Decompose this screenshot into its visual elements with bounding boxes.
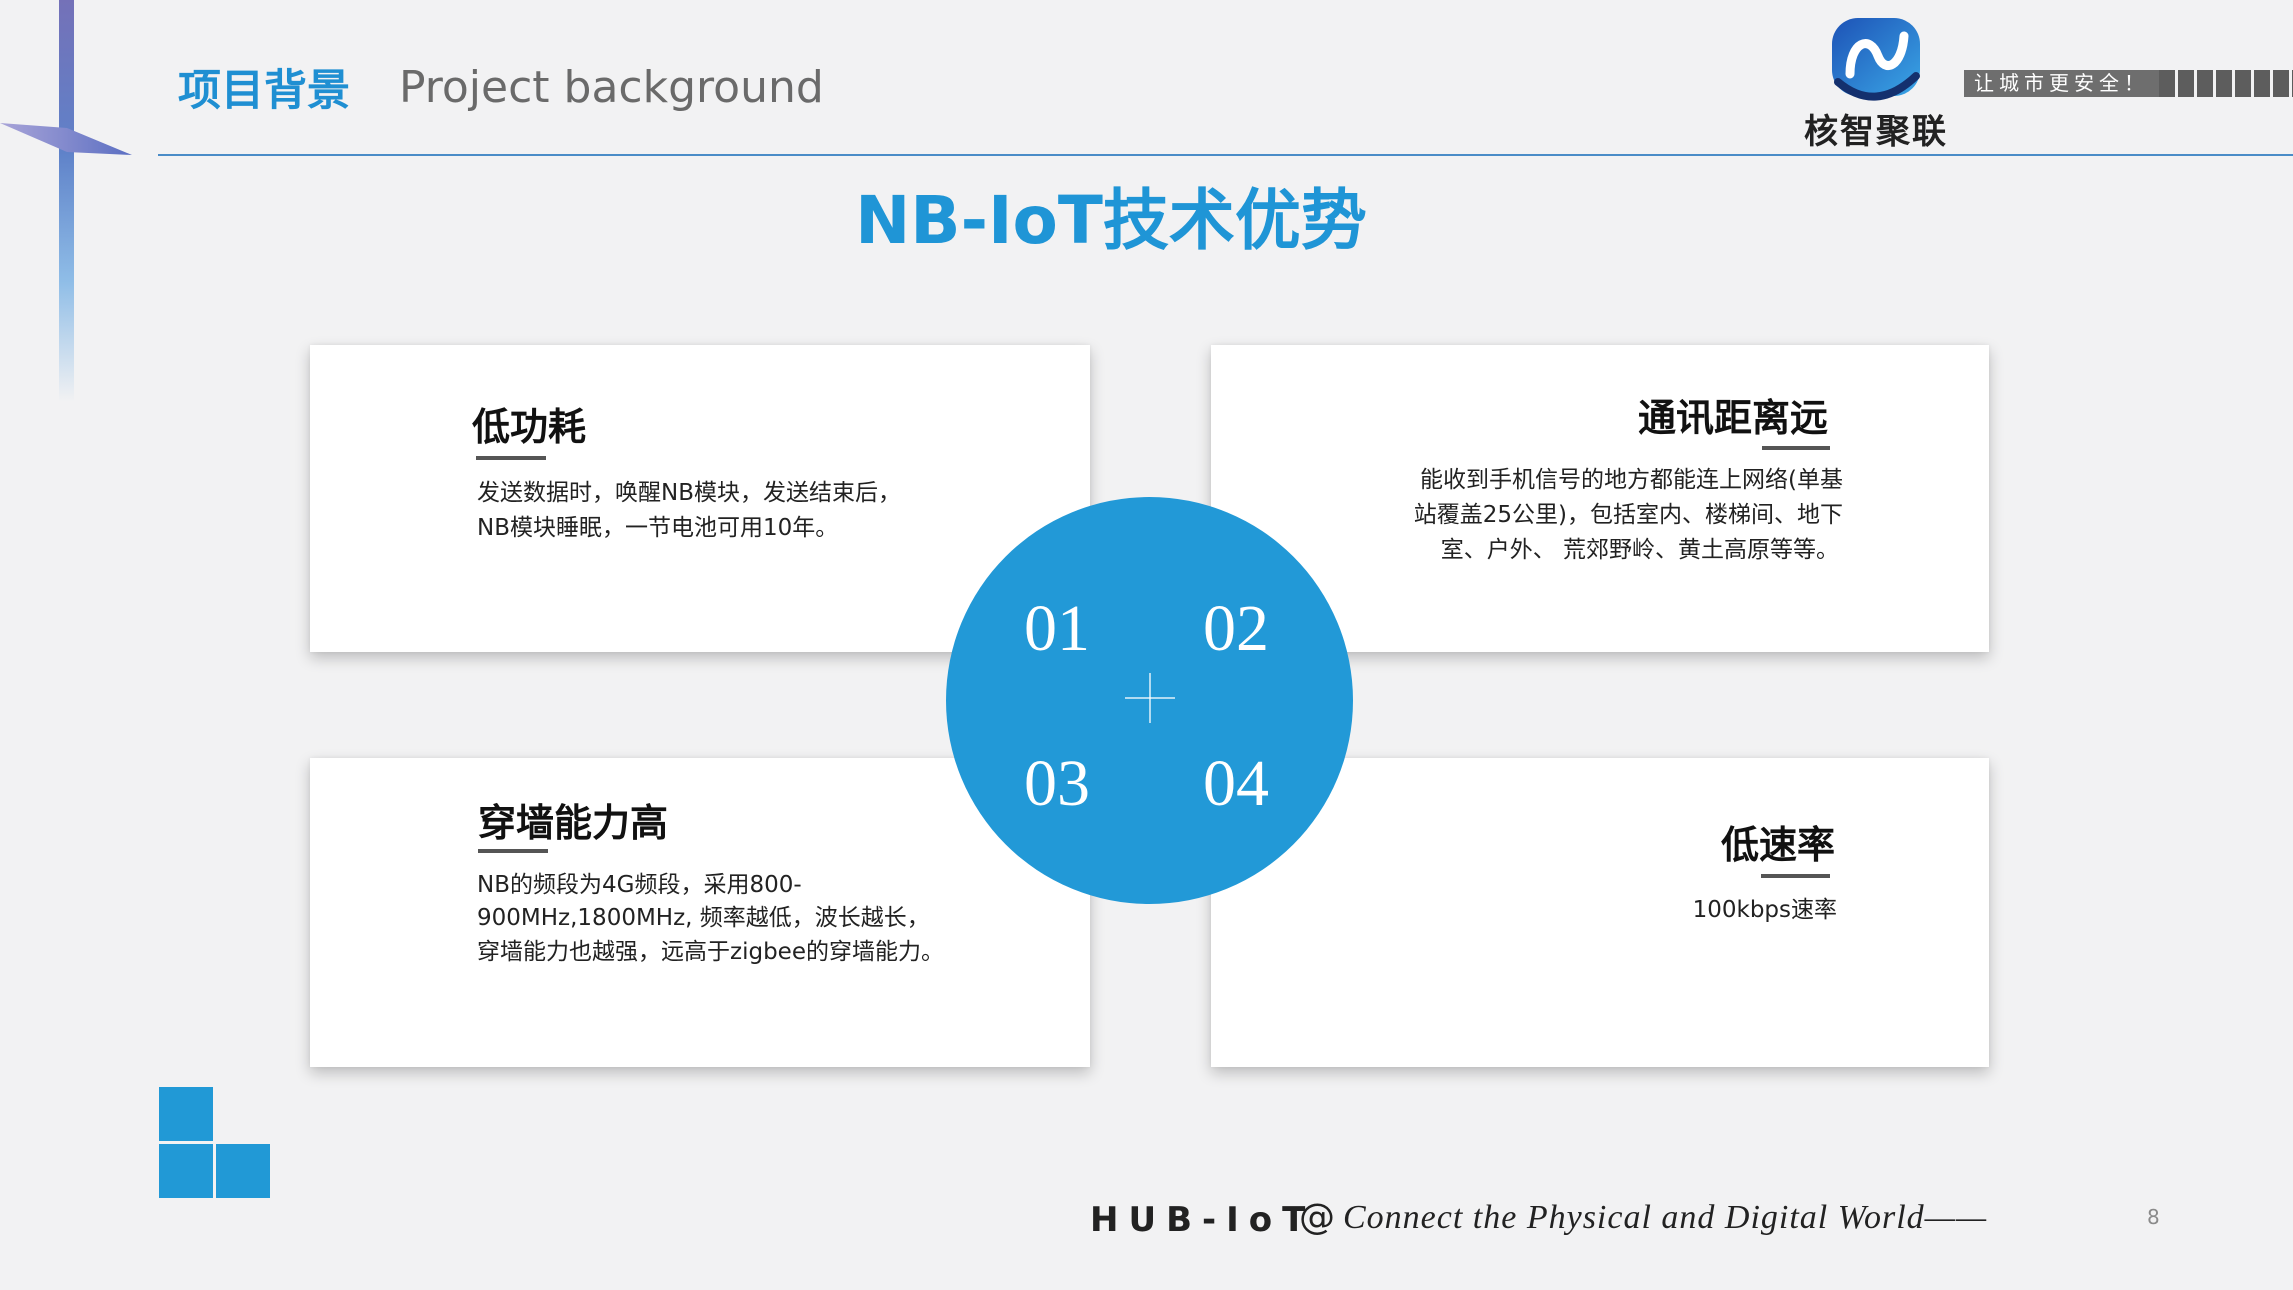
- footer-at-symbol: @: [1299, 1197, 1335, 1238]
- page-number: 8: [2147, 1205, 2160, 1229]
- card-heading: 穿墙能力高: [478, 801, 669, 845]
- brand-name: 核智聚联: [1804, 112, 1948, 152]
- card-text-line: 室、户外、 荒郊野岭、黄土高原等等。: [1440, 537, 1839, 563]
- decorative-square: [216, 1144, 270, 1198]
- footer-tagline: Connect the Physical and Digital World——: [1343, 1199, 1988, 1236]
- number-04: 04: [1203, 747, 1269, 820]
- slide-title: NB-IoT技术优势: [855, 182, 1367, 259]
- card-heading-underline: [476, 456, 546, 460]
- card-text-line: 100kbps速率: [1692, 897, 1837, 923]
- brand-logo-icon: [1832, 18, 1920, 101]
- card-text-line: 900MHz,1800MHz, 频率越低，波长越长，: [477, 905, 930, 931]
- slogan-stripes: [2159, 70, 2293, 97]
- decorative-vertical-bar: [59, 0, 74, 402]
- decorative-flare: [0, 123, 132, 155]
- card-text-line: 站覆盖25公里)，包括室内、楼梯间、地下: [1413, 502, 1843, 528]
- number-02: 02: [1203, 592, 1269, 665]
- decorative-square: [159, 1087, 213, 1141]
- decorative-square: [159, 1144, 213, 1198]
- section-title-cn: 项目背景: [178, 66, 350, 116]
- card-heading: 通讯距离远: [1637, 396, 1828, 440]
- footer-brand: HUB-IoT: [1090, 1200, 1316, 1240]
- card-text-line: 穿墙能力也越强，远高于zigbee的穿墙能力。: [477, 939, 944, 965]
- card-heading-underline: [1762, 446, 1830, 450]
- card-heading: 低速率: [1720, 823, 1835, 867]
- header-divider: [158, 154, 2293, 156]
- slogan-bar: 让城市更安全！: [1964, 70, 2293, 97]
- center-number-circle: 01 02 03 04: [946, 497, 1353, 904]
- card-text-line: NB的频段为4G频段，采用800-: [477, 872, 802, 898]
- number-01: 01: [1024, 592, 1090, 665]
- card-text-line: NB模块睡眠，一节电池可用10年。: [477, 515, 839, 541]
- slogan-text: 让城市更安全！: [1964, 70, 2159, 97]
- card-heading: 低功耗: [472, 405, 587, 449]
- number-03: 03: [1024, 747, 1090, 820]
- card-heading-underline: [1761, 874, 1830, 878]
- card-heading-underline: [478, 849, 548, 853]
- section-title-en: Project background: [399, 62, 824, 113]
- card-text-line: 发送数据时，唤醒NB模块，发送结束后，: [477, 480, 901, 506]
- card-text-line: 能收到手机信号的地方都能连上网络(单基: [1420, 467, 1843, 493]
